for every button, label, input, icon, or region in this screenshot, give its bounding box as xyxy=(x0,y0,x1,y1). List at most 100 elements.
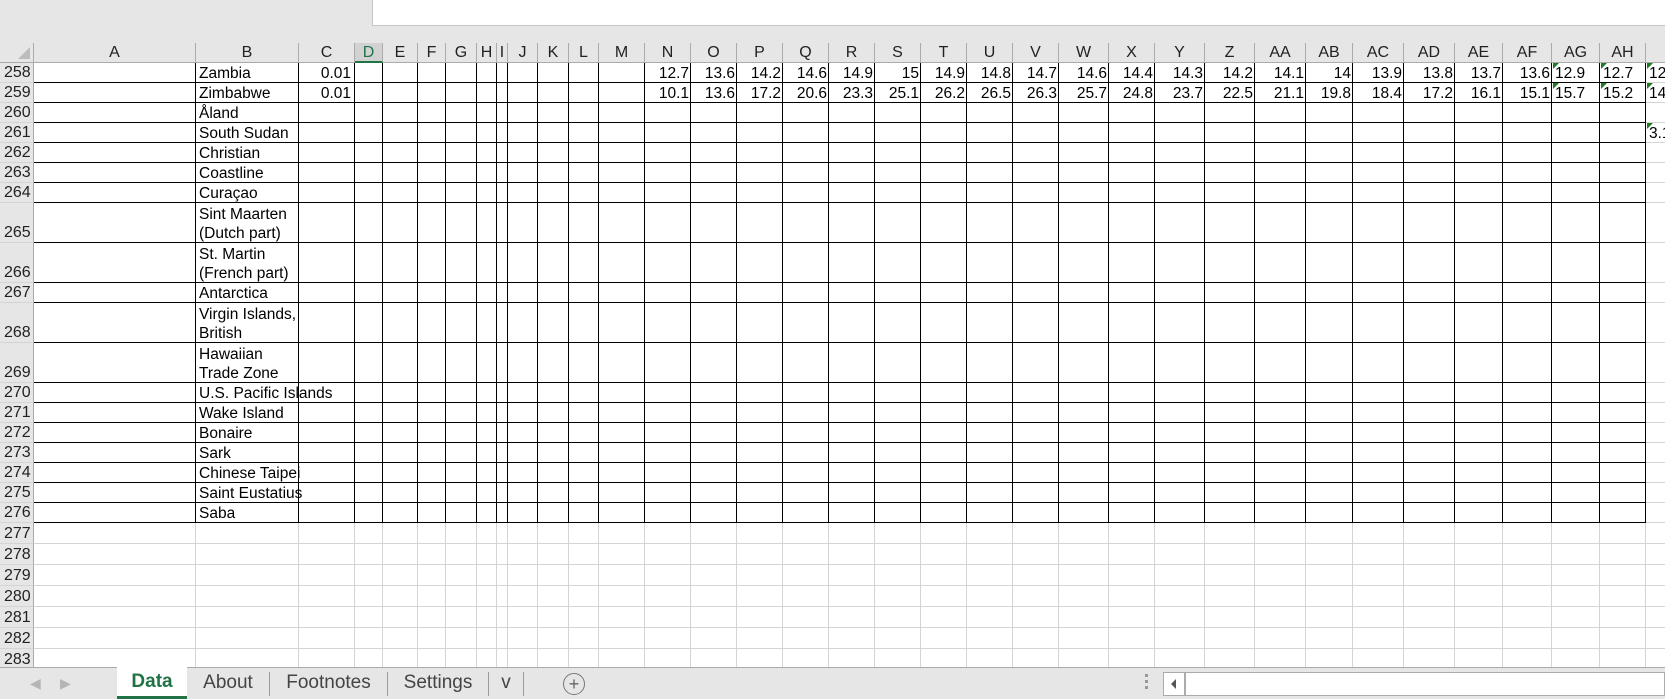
column-header-z[interactable]: Z xyxy=(1205,43,1255,63)
column-header-e[interactable]: E xyxy=(383,43,418,63)
column-header-h[interactable]: H xyxy=(477,43,497,63)
value-cell-b[interactable] xyxy=(299,503,353,523)
value-cell-y[interactable]: 22.5 xyxy=(1206,83,1255,103)
value-cell-b[interactable] xyxy=(299,103,353,123)
column-header-o[interactable]: O xyxy=(691,43,737,63)
splitter-handle[interactable] xyxy=(1145,674,1148,692)
tab-data[interactable]: Data xyxy=(117,667,187,699)
column-header-u[interactable]: U xyxy=(967,43,1013,63)
row-header[interactable]: 271 xyxy=(0,403,34,423)
row-header[interactable]: 264 xyxy=(0,183,34,203)
column-header-ah[interactable]: AH xyxy=(1600,43,1646,63)
value-cell-b[interactable] xyxy=(299,463,353,483)
column-header-q[interactable]: Q xyxy=(783,43,829,63)
value-cell-ab[interactable]: 13.9 xyxy=(1354,63,1404,83)
value-cell-aa[interactable]: 14 xyxy=(1307,63,1353,83)
row-header[interactable]: 266 xyxy=(0,243,34,283)
row-header[interactable]: 277 xyxy=(0,523,34,544)
value-cell-z[interactable]: 14.1 xyxy=(1256,63,1306,83)
value-cell-q[interactable]: 14.9 xyxy=(830,63,875,83)
value-cell-o[interactable]: 14.2 xyxy=(738,63,783,83)
row-header[interactable]: 283 xyxy=(0,649,34,667)
value-cell-x[interactable]: 14.3 xyxy=(1156,63,1205,83)
row-header[interactable]: 269 xyxy=(0,343,34,383)
column-header-n[interactable]: N xyxy=(645,43,691,63)
column-header-more[interactable] xyxy=(1646,43,1665,63)
column-header-b[interactable]: B xyxy=(196,43,299,63)
select-all-button[interactable] xyxy=(0,43,34,63)
value-cell-ab[interactable]: 18.4 xyxy=(1354,83,1404,103)
tab-about[interactable]: About xyxy=(187,672,270,696)
country-name-cell[interactable]: U.S. Pacific Islands xyxy=(197,383,333,403)
row-header[interactable]: 273 xyxy=(0,443,34,463)
column-header-y[interactable]: Y xyxy=(1155,43,1205,63)
row-header[interactable]: 275 xyxy=(0,483,34,503)
value-cell-w[interactable]: 24.8 xyxy=(1110,83,1155,103)
column-header-l[interactable]: L xyxy=(569,43,599,63)
value-cell-n[interactable]: 13.6 xyxy=(692,63,737,83)
country-name-cell[interactable]: Christian xyxy=(197,143,300,163)
value-cell-b[interactable] xyxy=(299,423,353,443)
column-header-s[interactable]: S xyxy=(875,43,921,63)
column-header-aa[interactable]: AA xyxy=(1255,43,1306,63)
horizontal-scrollbar[interactable] xyxy=(1163,672,1665,696)
row-header[interactable]: 262 xyxy=(0,143,34,163)
column-header-r[interactable]: R xyxy=(829,43,875,63)
value-cell-ah[interactable]: 3.1 xyxy=(1647,123,1665,143)
column-header-m[interactable]: M xyxy=(599,43,645,63)
row-header[interactable]: 276 xyxy=(0,503,34,523)
value-cell-af[interactable]: 12.9 xyxy=(1553,63,1600,83)
value-cell-b[interactable] xyxy=(299,203,353,243)
column-header-j[interactable]: J xyxy=(508,43,538,63)
value-cell-r[interactable]: 15 xyxy=(876,63,921,83)
column-header-g[interactable]: G xyxy=(446,43,477,63)
row-header[interactable]: 268 xyxy=(0,303,34,343)
value-cell-b[interactable] xyxy=(299,163,353,183)
value-cell-o[interactable]: 17.2 xyxy=(738,83,783,103)
country-name-cell[interactable]: Sark xyxy=(197,443,300,463)
tab-footnotes[interactable]: Footnotes xyxy=(270,672,388,696)
value-cell-p[interactable]: 20.6 xyxy=(784,83,829,103)
country-name-cell[interactable]: Saint Eustatius xyxy=(197,483,302,503)
value-cell-t[interactable]: 26.5 xyxy=(968,83,1013,103)
value-cell-p[interactable]: 14.6 xyxy=(784,63,829,83)
prev-sheet-icon[interactable]: ◀ xyxy=(30,675,41,692)
value-cell-ae[interactable]: 15.1 xyxy=(1504,83,1552,103)
country-name-cell[interactable]: Curaçao xyxy=(197,183,300,203)
value-cell-b[interactable] xyxy=(299,243,353,283)
tab-settings[interactable]: Settings xyxy=(388,672,489,696)
value-cell-ae[interactable]: 13.6 xyxy=(1504,63,1552,83)
scroll-left-button[interactable] xyxy=(1164,673,1186,695)
row-header[interactable]: 278 xyxy=(0,544,34,565)
value-cell-z[interactable]: 21.1 xyxy=(1256,83,1306,103)
value-cell-v[interactable]: 25.7 xyxy=(1060,83,1109,103)
row-header[interactable]: 260 xyxy=(0,103,34,123)
column-header-p[interactable]: P xyxy=(737,43,783,63)
row-header[interactable]: 272 xyxy=(0,423,34,443)
formula-bar[interactable] xyxy=(372,0,1665,26)
spreadsheet-grid[interactable]: A B C D E F G H I J K L M N O P Q R S T U V W X Y Z AA AB AC AD AE AF AG… xyxy=(0,43,1665,667)
value-cell-w[interactable]: 14.4 xyxy=(1110,63,1155,83)
column-header-w[interactable]: W xyxy=(1059,43,1109,63)
row-header[interactable]: 280 xyxy=(0,586,34,607)
value-cell-ad[interactable]: 16.1 xyxy=(1456,83,1503,103)
value-cell-u[interactable]: 26.3 xyxy=(1014,83,1059,103)
row-header[interactable]: 258 xyxy=(0,63,34,83)
row-header[interactable]: 261 xyxy=(0,123,34,143)
value-cell-q[interactable]: 23.3 xyxy=(830,83,875,103)
column-header-i[interactable]: I xyxy=(497,43,508,63)
country-name-cell[interactable]: Hawaiian Trade Zone xyxy=(197,343,300,383)
value-cell-b[interactable] xyxy=(299,123,353,143)
column-header-ac[interactable]: AC xyxy=(1353,43,1404,63)
value-cell-u[interactable]: 14.7 xyxy=(1014,63,1059,83)
next-sheet-icon[interactable]: ▶ xyxy=(60,675,71,692)
country-name-cell[interactable]: Chinese Taipei xyxy=(197,463,300,483)
value-cell-s[interactable]: 14.9 xyxy=(922,63,967,83)
country-name-cell[interactable]: Zimbabwe xyxy=(197,83,300,103)
value-cell-r[interactable]: 25.1 xyxy=(876,83,921,103)
value-cell-ah[interactable]: 12.5 xyxy=(1647,63,1665,83)
value-cell-ac[interactable]: 13.8 xyxy=(1405,63,1455,83)
value-cell-v[interactable]: 14.6 xyxy=(1060,63,1109,83)
column-header-ag[interactable]: AG xyxy=(1552,43,1600,63)
column-header-ad[interactable]: AD xyxy=(1404,43,1455,63)
